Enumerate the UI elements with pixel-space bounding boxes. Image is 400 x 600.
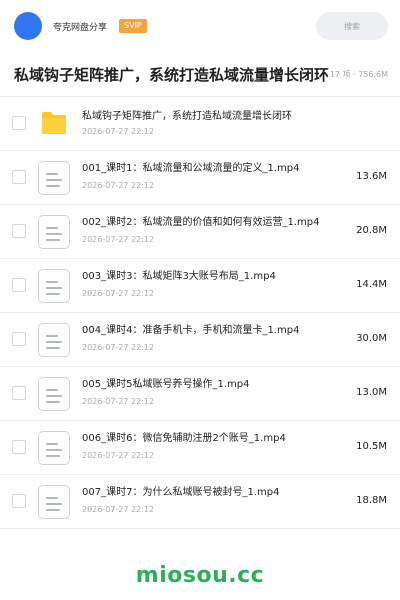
- document-icon: [38, 215, 70, 249]
- checkbox[interactable]: [12, 440, 26, 454]
- svip-badge: SVIP: [119, 19, 147, 33]
- avatar[interactable]: [14, 12, 42, 40]
- folder-icon: [42, 112, 66, 134]
- file-name: 私域钩子矩阵推广，系统打造私域流量增长闭环: [82, 111, 292, 122]
- file-date: 2026-07-27 22:12: [82, 127, 155, 136]
- file-size: 13.0M: [356, 387, 387, 398]
- file-name: 006_课时6：微信免辅助注册2个账号_1.mp4: [82, 433, 286, 444]
- file-name: 003_课时3：私域矩阵3大账号布局_1.mp4: [82, 271, 276, 282]
- document-icon: [38, 377, 70, 411]
- share-page: 夸克网盘分享 SVIP 搜索 私域钩子矩阵推广，系统打造私域流量增长闭环 17 …: [0, 0, 400, 600]
- checkbox[interactable]: [12, 386, 26, 400]
- search-placeholder: 搜索: [344, 21, 360, 31]
- watermark: miosou.cc: [135, 563, 265, 588]
- list-item[interactable]: 私域钩子矩阵推广，系统打造私域流量增长闭环 2026-07-27 22:12: [0, 97, 400, 151]
- file-size: 18.8M: [356, 495, 387, 506]
- document-icon: [38, 269, 70, 303]
- checkbox[interactable]: [12, 116, 26, 130]
- list-item[interactable]: 007_课时7：为什么私域账号被封号_1.mp4 2026-07-27 22:1…: [0, 475, 400, 529]
- file-name: 007_课时7：为什么私域账号被封号_1.mp4: [82, 487, 280, 498]
- file-date: 2026-07-27 22:12: [82, 505, 155, 514]
- list-item[interactable]: 002_课时2：私域流量的价值和如何有效运营_1.mp4 2026-07-27 …: [0, 205, 400, 259]
- document-icon: [38, 323, 70, 357]
- site-name: 夸克网盘分享: [53, 22, 108, 33]
- file-size: 30.0M: [356, 333, 387, 344]
- file-date: 2026-07-27 22:12: [82, 289, 155, 298]
- list-item[interactable]: 001_课时1：私域流量和公域流量的定义_1.mp4 2026-07-27 22…: [0, 151, 400, 205]
- checkbox[interactable]: [12, 170, 26, 184]
- list-item[interactable]: 003_课时3：私域矩阵3大账号布局_1.mp4 2026-07-27 22:1…: [0, 259, 400, 313]
- header: 夸克网盘分享 SVIP 搜索: [0, 0, 400, 52]
- checkbox[interactable]: [12, 494, 26, 508]
- list-item[interactable]: 004_课时4：准备手机卡，手机和流量卡_1.mp4 2026-07-27 22…: [0, 313, 400, 367]
- checkbox[interactable]: [12, 278, 26, 292]
- share-meta: 17 项 · 756.6M: [327, 69, 388, 80]
- page-title: 私域钩子矩阵推广，系统打造私域流量增长闭环: [14, 66, 330, 84]
- file-size: 10.5M: [356, 441, 387, 452]
- file-name: 002_课时2：私域流量的价值和如何有效运营_1.mp4: [82, 217, 320, 228]
- file-date: 2026-07-27 22:12: [82, 343, 155, 352]
- file-date: 2026-07-27 22:12: [82, 451, 155, 460]
- file-name: 005_课时5私域账号养号操作_1.mp4: [82, 379, 250, 390]
- file-list: 私域钩子矩阵推广，系统打造私域流量增长闭环 2026-07-27 22:12 0…: [0, 96, 400, 529]
- list-item[interactable]: 006_课时6：微信免辅助注册2个账号_1.mp4 2026-07-27 22:…: [0, 421, 400, 475]
- list-item[interactable]: 005_课时5私域账号养号操作_1.mp4 2026-07-27 22:12 1…: [0, 367, 400, 421]
- file-size: 20.8M: [356, 225, 387, 236]
- checkbox[interactable]: [12, 224, 26, 238]
- file-name: 001_课时1：私域流量和公域流量的定义_1.mp4: [82, 163, 300, 174]
- share-title-row: 私域钩子矩阵推广，系统打造私域流量增长闭环 17 项 · 756.6M: [0, 60, 400, 90]
- document-icon: [38, 485, 70, 519]
- search-input[interactable]: 搜索: [316, 12, 388, 40]
- file-date: 2026-07-27 22:12: [82, 235, 155, 244]
- file-date: 2026-07-27 22:12: [82, 181, 155, 190]
- file-size: 14.4M: [356, 279, 387, 290]
- file-size: 13.6M: [356, 171, 387, 182]
- document-icon: [38, 161, 70, 195]
- document-icon: [38, 431, 70, 465]
- checkbox[interactable]: [12, 332, 26, 346]
- file-name: 004_课时4：准备手机卡，手机和流量卡_1.mp4: [82, 325, 300, 336]
- file-date: 2026-07-27 22:12: [82, 397, 155, 406]
